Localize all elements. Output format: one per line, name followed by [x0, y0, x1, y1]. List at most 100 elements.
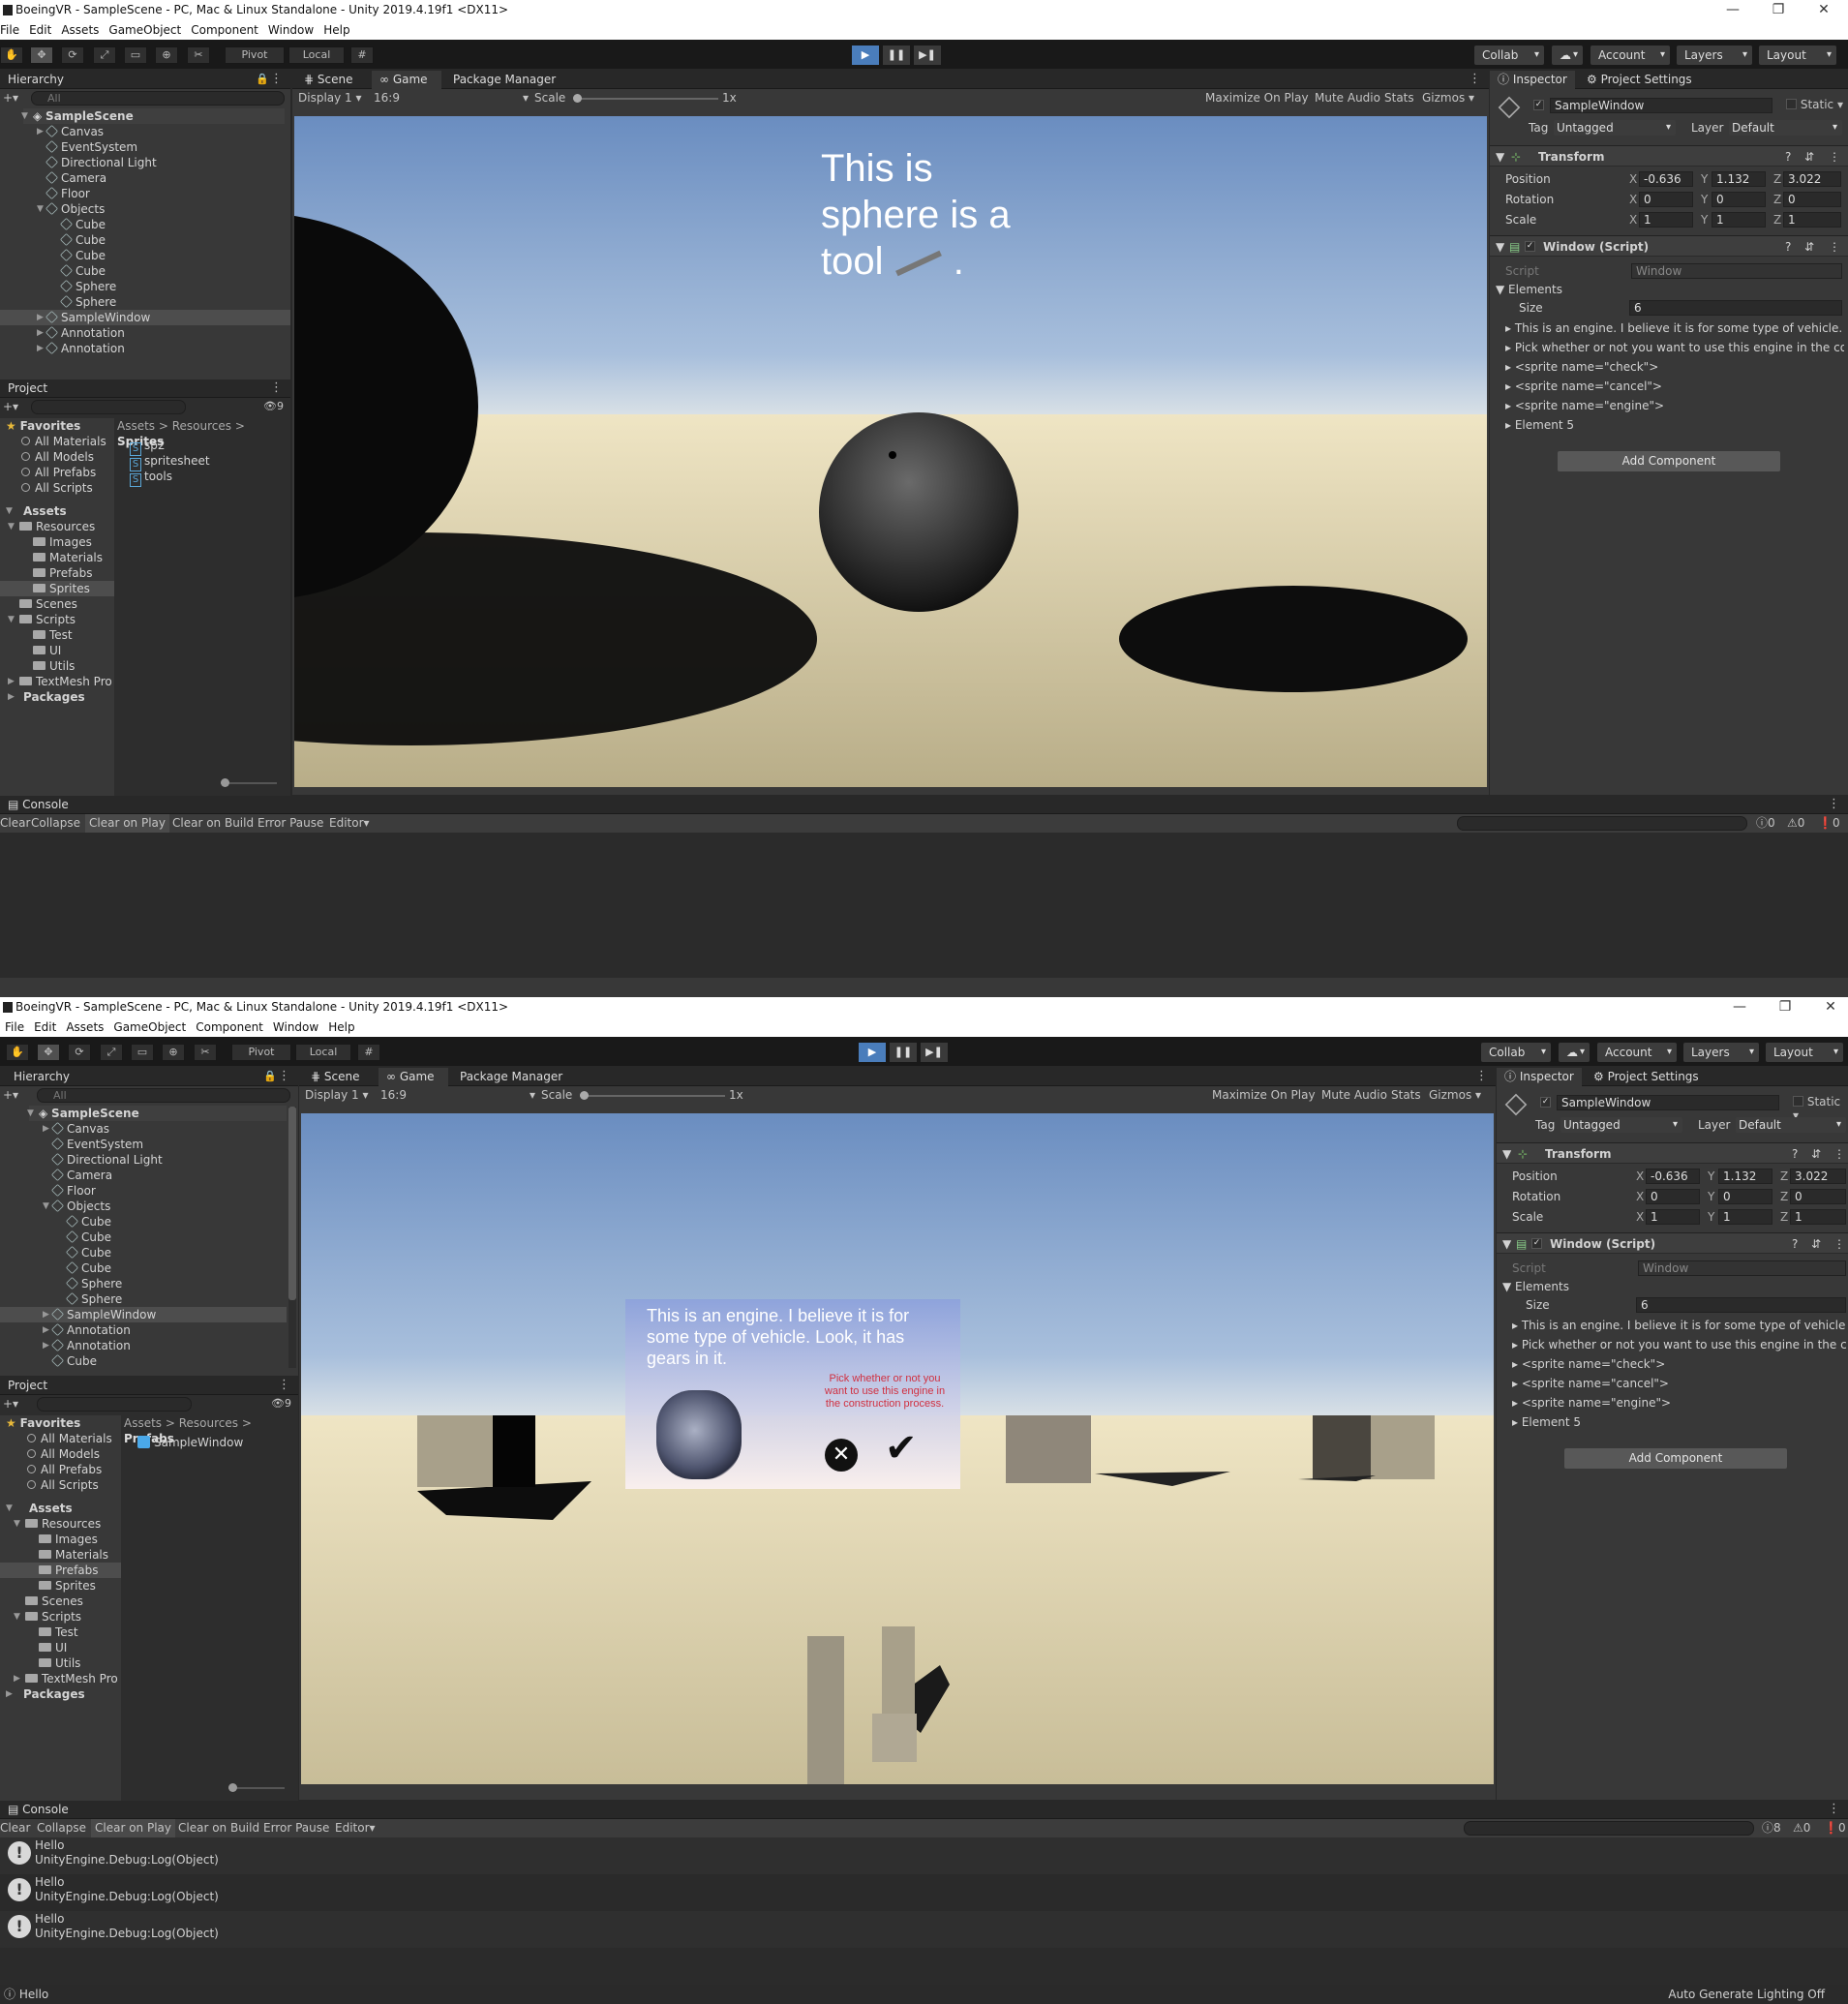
- tab-project-settings[interactable]: ⚙ Project Settings: [1586, 1068, 1699, 1086]
- scene-root[interactable]: ▼ ◈ SampleScene: [27, 1106, 287, 1121]
- hierarchy-item[interactable]: Sphere: [59, 279, 116, 294]
- active-checkbox[interactable]: ✓: [1533, 100, 1544, 110]
- tab-inspector[interactable]: ⓘ Inspector: [1497, 1068, 1582, 1086]
- folder-item[interactable]: Sprites: [39, 1578, 96, 1594]
- pause-button[interactable]: ❚❚: [890, 1043, 917, 1062]
- element-item[interactable]: ▸ This is an engine. I believe it is for…: [1505, 320, 1844, 336]
- create-button[interactable]: +▾: [3, 1397, 18, 1411]
- custom-tool-icon[interactable]: ✂: [194, 1044, 217, 1061]
- clear-on-build-toggle[interactable]: Clear on Build: [168, 814, 258, 833]
- help-icon[interactable]: ?: [1792, 1146, 1798, 1162]
- object-name-field[interactable]: SampleWindow: [1557, 1095, 1779, 1110]
- add-component-button[interactable]: Add Component: [1558, 451, 1780, 471]
- pause-button[interactable]: ❚❚: [883, 46, 910, 65]
- log-entry[interactable]: ! Hello UnityEngine.Debug:Log(Object): [0, 1874, 1848, 1911]
- more-options-icon[interactable]: ⋮: [1828, 797, 1840, 811]
- active-checkbox[interactable]: ✓: [1540, 1097, 1551, 1108]
- game-render-top[interactable]: This is sphere is a tool .: [294, 116, 1487, 787]
- log-entry[interactable]: ! Hello UnityEngine.Debug:Log(Object): [0, 1911, 1848, 1948]
- menu-help[interactable]: Help: [323, 23, 349, 37]
- element-item[interactable]: ▸ <sprite name="engine">: [1505, 398, 1664, 413]
- tab-scene[interactable]: ⋕ Scene: [296, 71, 352, 89]
- lock-icon[interactable]: 🔒: [256, 73, 269, 85]
- status-last-log[interactable]: Hello: [19, 1988, 48, 2001]
- favorites-header[interactable]: ★ Favorites: [6, 1415, 80, 1431]
- hierarchy-item[interactable]: Floor: [45, 186, 90, 201]
- more-options-icon[interactable]: ⋮: [278, 1378, 290, 1392]
- collab-dropdown[interactable]: Collab: [1481, 1043, 1551, 1062]
- favorite-item[interactable]: All Prefabs: [27, 1462, 102, 1477]
- transform-header[interactable]: ▼ ⊹ Transform ? ⇵ ⋮: [1490, 145, 1848, 167]
- menu-component[interactable]: Component: [196, 1020, 263, 1034]
- gizmos-dropdown[interactable]: Gizmos ▾: [1429, 1086, 1481, 1105]
- more-options-icon[interactable]: ⋮: [1829, 149, 1840, 165]
- hierarchy-item[interactable]: EventSystem: [50, 1137, 143, 1152]
- layout-dropdown[interactable]: Layout: [1766, 1043, 1843, 1062]
- hierarchy-item[interactable]: Cube: [59, 217, 106, 232]
- error-pause-toggle[interactable]: Error Pause: [254, 814, 327, 833]
- menu-gameobject[interactable]: GameObject: [108, 23, 181, 37]
- favorite-item[interactable]: All Prefabs: [21, 465, 96, 480]
- stats-toggle[interactable]: Stats: [1391, 1086, 1421, 1105]
- folder-item[interactable]: Materials: [39, 1547, 108, 1563]
- hierarchy-item[interactable]: Cube: [65, 1230, 111, 1245]
- hierarchy-item[interactable]: ▶ Annotation: [43, 1322, 131, 1338]
- more-options-icon[interactable]: ⋮: [1475, 1069, 1488, 1083]
- lock-icon[interactable]: 🔒: [263, 1070, 277, 1082]
- restore-icon[interactable]: ❐: [1756, 0, 1801, 20]
- create-button[interactable]: +▾: [3, 400, 18, 413]
- hierarchy-item[interactable]: ▶ Annotation: [37, 341, 125, 356]
- more-options-icon[interactable]: ⋮: [270, 72, 283, 86]
- hierarchy-item[interactable]: ▶ Annotation: [37, 325, 125, 341]
- scale-tool-icon[interactable]: ⤢: [100, 1044, 123, 1061]
- tab-game[interactable]: ∞ Game: [372, 71, 441, 89]
- folder-item[interactable]: Scenes: [19, 596, 77, 612]
- favorite-item[interactable]: All Scripts: [27, 1477, 99, 1493]
- display-dropdown[interactable]: Display 1 ▾: [298, 89, 362, 107]
- play-button[interactable]: ▶: [852, 46, 879, 65]
- grid-snap-icon[interactable]: #: [350, 46, 374, 64]
- asset-file[interactable]: Ssp2: [130, 438, 166, 456]
- hierarchy-item[interactable]: Sphere: [65, 1291, 122, 1307]
- collab-dropdown[interactable]: Collab: [1474, 46, 1544, 65]
- assets-folder[interactable]: ▼ Assets: [6, 503, 67, 519]
- folder-item[interactable]: Test: [33, 627, 73, 643]
- local-toggle[interactable]: Local: [288, 46, 345, 64]
- hierarchy-search[interactable]: All: [37, 1088, 290, 1103]
- cloud-icon[interactable]: ☁: [1559, 1043, 1590, 1062]
- hierarchy-item[interactable]: ▶ Canvas: [43, 1121, 109, 1137]
- restore-icon[interactable]: ❐: [1763, 997, 1807, 1017]
- icon-size-slider[interactable]: [228, 1783, 285, 1792]
- collapse-toggle[interactable]: Collapse: [33, 1819, 90, 1837]
- folder-item[interactable]: Images: [33, 534, 92, 550]
- menu-component[interactable]: Component: [191, 23, 258, 37]
- element-item[interactable]: ▸ Element 5: [1505, 417, 1574, 433]
- window-script-header[interactable]: ▼ ▤ ✓ Window (Script) ? ⇵ ⋮: [1497, 1232, 1848, 1254]
- hierarchy-item-selected[interactable]: ▶ SampleWindow: [37, 310, 150, 325]
- create-button[interactable]: +▾: [3, 91, 18, 105]
- close-icon[interactable]: ✕: [1808, 997, 1848, 1017]
- assets-folder[interactable]: ▼ Assets: [6, 1501, 73, 1516]
- size-field[interactable]: 6: [1629, 300, 1842, 316]
- gizmos-dropdown[interactable]: Gizmos ▾: [1422, 89, 1474, 107]
- static-toggle[interactable]: Static ▾: [1786, 98, 1843, 111]
- position-x[interactable]: -0.636: [1639, 171, 1693, 187]
- element-item[interactable]: ▸ <sprite name="check">: [1512, 1356, 1665, 1372]
- rotate-tool-icon[interactable]: ⟳: [61, 46, 84, 64]
- close-icon[interactable]: ✕: [1802, 0, 1846, 20]
- scale-x[interactable]: 1: [1646, 1209, 1700, 1225]
- rotation-y[interactable]: 0: [1718, 1189, 1772, 1204]
- hierarchy-item[interactable]: Camera: [50, 1168, 112, 1183]
- folder-item[interactable]: Materials: [33, 550, 103, 565]
- move-tool-icon[interactable]: ✥: [37, 1044, 60, 1061]
- folder-item[interactable]: Images: [39, 1532, 98, 1547]
- preset-icon[interactable]: ⇵: [1804, 149, 1814, 165]
- scene-root[interactable]: ▼ ◈ SampleScene: [21, 108, 285, 124]
- menu-file[interactable]: File: [5, 1020, 24, 1034]
- asset-file[interactable]: SampleWindow: [137, 1435, 243, 1450]
- minimize-icon[interactable]: —: [1717, 997, 1762, 1017]
- position-z[interactable]: 3.022: [1790, 1169, 1846, 1184]
- console-search[interactable]: [1464, 1821, 1754, 1836]
- scale-z[interactable]: 1: [1790, 1209, 1846, 1225]
- favorites-header[interactable]: ★ Favorites: [6, 418, 80, 434]
